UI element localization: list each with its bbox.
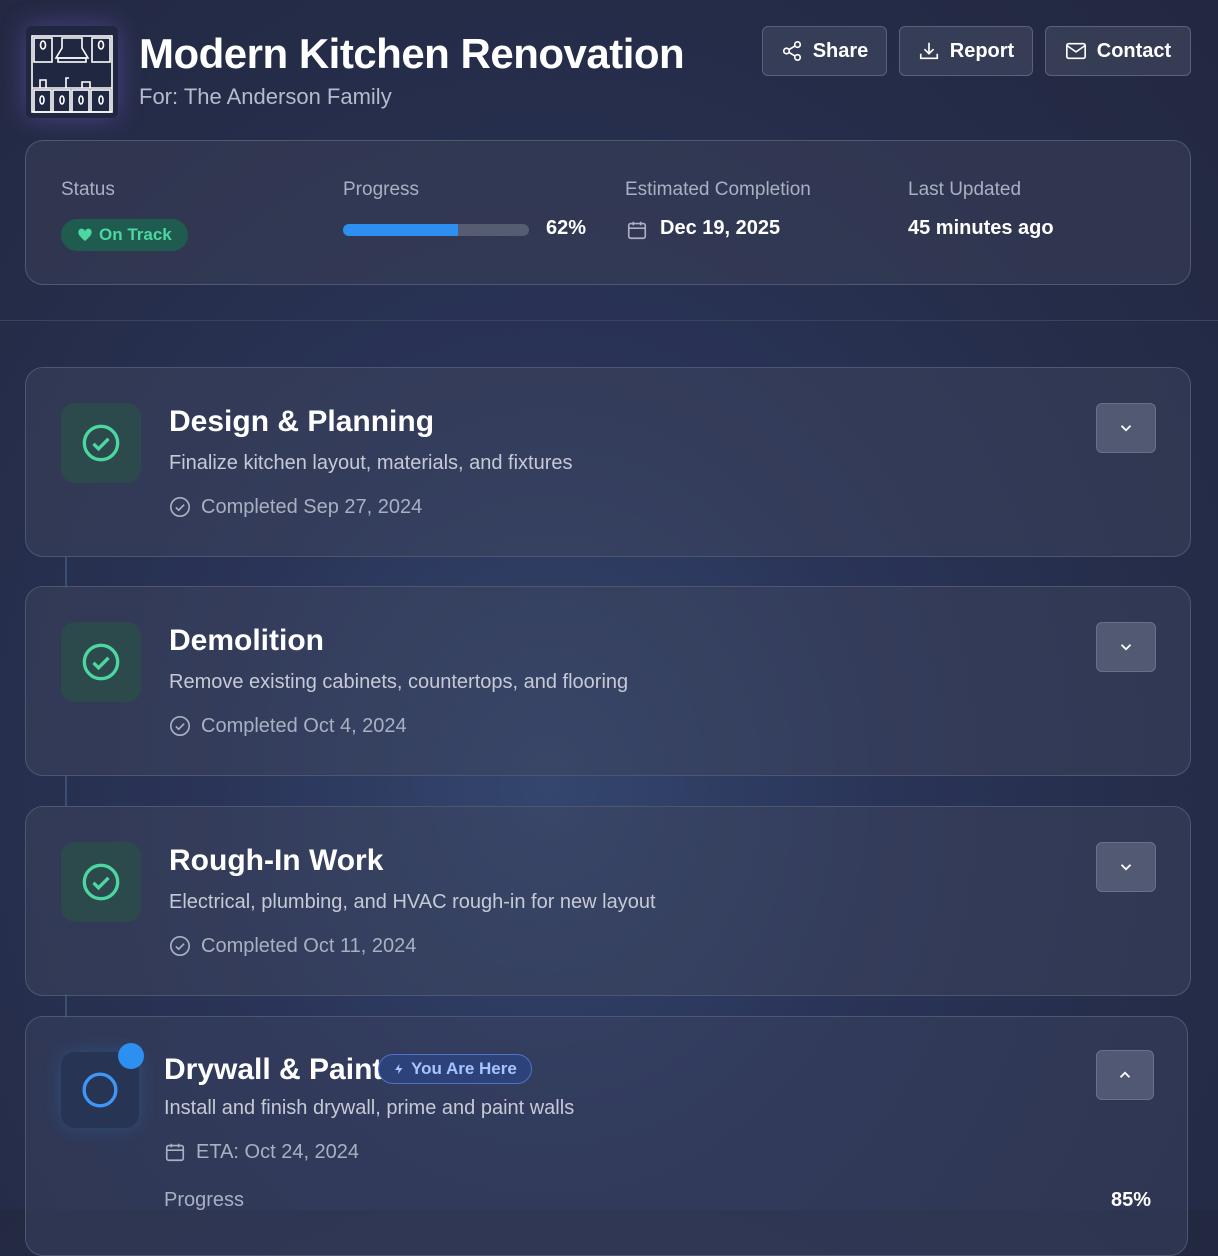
- phase-description: Remove existing cabinets, countertops, a…: [169, 671, 629, 693]
- phase-card-demolition[interactable]: Demolition Remove existing cabinets, cou…: [25, 586, 1191, 776]
- phase-date-text: Completed Oct 4, 2024: [201, 715, 407, 737]
- check-circle-icon: [82, 424, 120, 462]
- you-are-here-badge: You Are Here: [378, 1054, 532, 1084]
- share-button-label: Share: [812, 39, 869, 62]
- project-summary: Status On Track Progress 62% Estimated C…: [25, 140, 1191, 285]
- calendar-icon: [627, 221, 647, 240]
- mail-icon: [1065, 42, 1086, 60]
- progress-bar-fill: [343, 224, 459, 236]
- phase-card-design-planning[interactable]: Design & Planning Finalize kitchen layou…: [25, 367, 1191, 557]
- phase-title: Drywall & Paint: [164, 1053, 383, 1086]
- check-circle-icon: [82, 863, 120, 901]
- phase-description: Finalize kitchen layout, materials, and …: [169, 452, 573, 474]
- phase-card-rough-in-work[interactable]: Rough-In Work Electrical, plumbing, and …: [25, 806, 1191, 996]
- completion-value: Dec 19, 2025: [660, 217, 781, 239]
- check-circle-small-icon: [170, 716, 190, 736]
- phase-date-text: Completed Oct 11, 2024: [201, 935, 417, 957]
- page-title: Modern Kitchen Renovation: [139, 30, 685, 77]
- download-icon: [919, 42, 938, 60]
- report-button-label: Report: [949, 39, 1015, 62]
- client-name: For: The Anderson Family: [139, 84, 392, 109]
- phase-status-icon: [61, 842, 141, 922]
- phase-status-icon: [61, 403, 141, 483]
- phase-date-text: Completed Sep 27, 2024: [201, 496, 423, 518]
- progress-label: Progress: [343, 179, 420, 200]
- phase-date: Completed Sep 27, 2024: [169, 494, 422, 520]
- contact-button[interactable]: Contact: [1045, 26, 1191, 76]
- check-circle-icon: [82, 643, 120, 681]
- last-updated-value: 45 minutes ago: [908, 217, 1054, 239]
- check-circle-small-icon: [170, 497, 190, 517]
- status-badge: On Track: [61, 219, 188, 251]
- completion-label: Estimated Completion: [625, 179, 811, 200]
- timeline-connector: [65, 775, 67, 807]
- expand-button[interactable]: [1096, 403, 1156, 453]
- report-button[interactable]: Report: [899, 26, 1033, 76]
- header-divider: [0, 320, 1218, 321]
- project-logo: [26, 26, 118, 118]
- share-icon: [782, 41, 801, 61]
- circle-outline-icon: [82, 1072, 118, 1108]
- phase-date-text: ETA: Oct 24, 2024: [196, 1141, 360, 1163]
- phase-date: Completed Oct 4, 2024: [169, 713, 407, 739]
- chevron-down-icon: [1120, 644, 1132, 651]
- contact-button-label: Contact: [1096, 39, 1172, 62]
- phase-status-icon: [61, 622, 141, 702]
- active-indicator-dot: [118, 1043, 144, 1069]
- progress-value: 62%: [546, 217, 587, 239]
- expand-button[interactable]: [1096, 842, 1156, 892]
- chevron-down-icon: [1120, 425, 1132, 432]
- last-updated-label: Last Updated: [908, 179, 1022, 200]
- phase-date: Completed Oct 11, 2024: [169, 933, 416, 959]
- status-value: On Track: [99, 225, 172, 244]
- expand-button[interactable]: [1096, 622, 1156, 672]
- timeline-connector: [65, 994, 67, 1018]
- phase-title: Demolition: [169, 624, 324, 657]
- calendar-icon: [165, 1143, 185, 1162]
- phase-progress-value: 85%: [1111, 1189, 1152, 1211]
- timeline-connector: [65, 556, 67, 588]
- chevron-up-icon: [1119, 1071, 1131, 1078]
- phase-title: Rough-In Work: [169, 844, 384, 877]
- status-label: Status: [61, 179, 115, 200]
- phase-description: Install and finish drywall, prime and pa…: [164, 1097, 575, 1119]
- collapse-button[interactable]: [1096, 1050, 1154, 1100]
- check-circle-small-icon: [170, 936, 190, 956]
- phase-card-drywall-paint[interactable]: Drywall & Paint You Are Here Install and…: [25, 1016, 1188, 1256]
- heart-icon: [78, 228, 92, 241]
- phase-title: Design & Planning: [169, 405, 435, 438]
- chevron-down-icon: [1120, 864, 1132, 871]
- phase-description: Electrical, plumbing, and HVAC rough-in …: [169, 891, 656, 913]
- kitchen-cabinets-icon: [31, 35, 113, 113]
- badge-label: You Are Here: [411, 1059, 517, 1078]
- phase-progress-label: Progress: [164, 1189, 245, 1211]
- progress-bar: [343, 224, 529, 236]
- phase-date: ETA: Oct 24, 2024: [164, 1139, 359, 1165]
- lightning-icon: [395, 1064, 403, 1074]
- share-button[interactable]: Share: [762, 26, 887, 76]
